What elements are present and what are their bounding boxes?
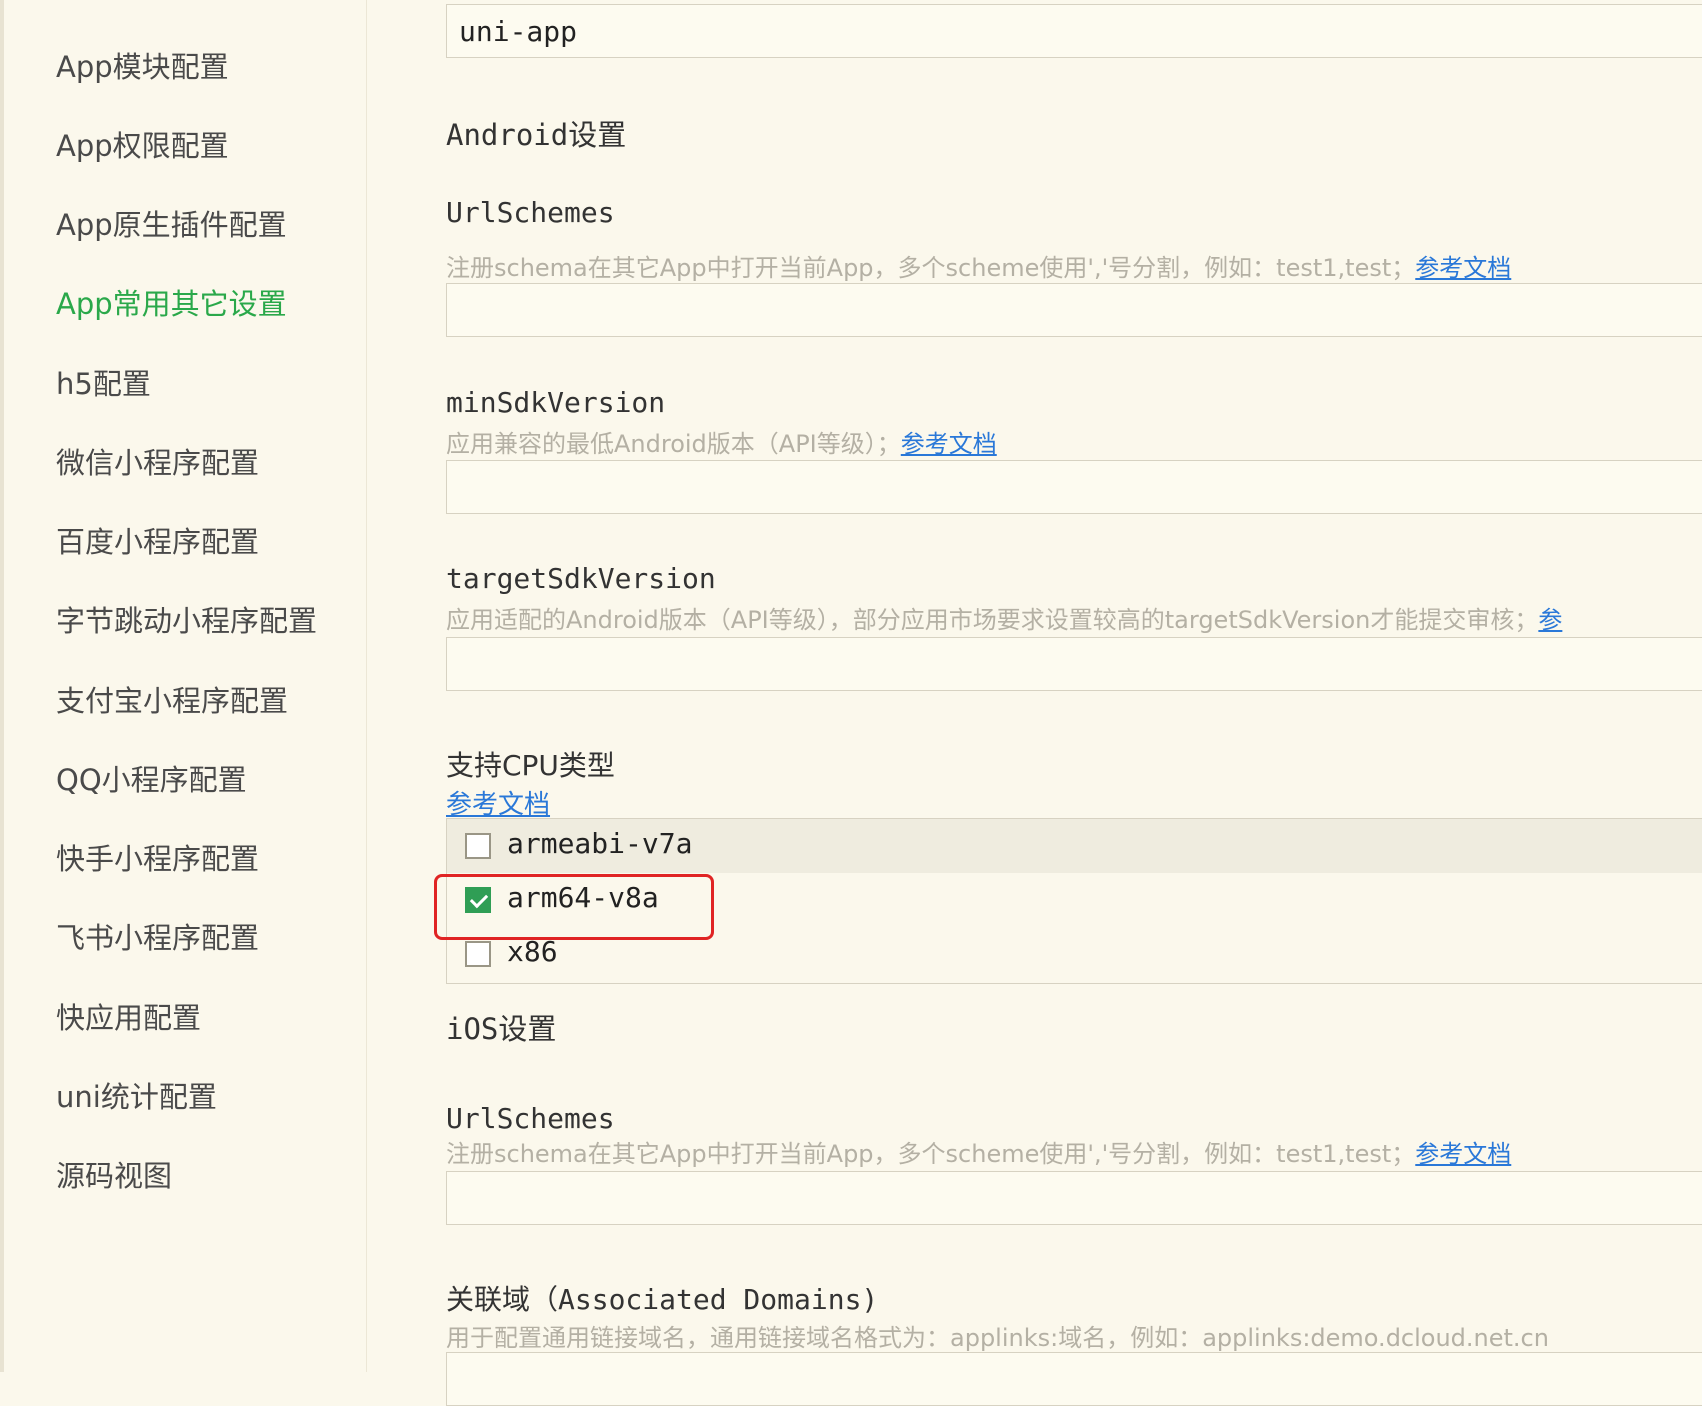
cpu-types-doc-link[interactable]: 参考文档 <box>446 784 550 821</box>
associated-domains-label: 关联域（Associated Domains) <box>446 1283 879 1316</box>
sidebar-item-h5[interactable]: h5配置 <box>56 361 151 403</box>
cpu-option-label: armeabi-v7a <box>507 827 693 860</box>
settings-main-panel: uni-app Android设置 UrlSchemes 注册schema在其它… <box>366 0 1702 1406</box>
cpu-option-armeabi-v7a[interactable]: armeabi-v7a <box>447 819 1702 873</box>
target-sdk-hint-text: 应用适配的Android版本（API等级），部分应用市场要求设置较高的targe… <box>446 606 1539 634</box>
top-input-value: uni-app <box>459 15 578 48</box>
sidebar-item-app-other-settings[interactable]: App常用其它设置 <box>56 281 287 323</box>
target-sdk-label: targetSdkVersion <box>446 562 716 595</box>
sidebar-item-weixin-mp[interactable]: 微信小程序配置 <box>56 440 259 482</box>
sidebar-item-app-native-plugins[interactable]: App原生插件配置 <box>56 202 287 244</box>
target-sdk-hint: 应用适配的Android版本（API等级），部分应用市场要求设置较高的targe… <box>446 600 1562 635</box>
android-urlschemes-label: UrlSchemes <box>446 196 615 229</box>
annotation-highlight-box <box>434 874 714 940</box>
target-sdk-input[interactable] <box>446 637 1702 691</box>
ios-urlschemes-hint-text: 注册schema在其它App中打开当前App，多个scheme使用','号分割，… <box>446 1140 1416 1168</box>
cpu-types-label: 支持CPU类型 <box>446 749 615 782</box>
ios-urlschemes-input[interactable] <box>446 1171 1702 1225</box>
android-urlschemes-doc-link[interactable]: 参考文档 <box>1415 254 1511 282</box>
min-sdk-input[interactable] <box>446 460 1702 514</box>
min-sdk-doc-link[interactable]: 参考文档 <box>901 430 997 458</box>
android-urlschemes-input[interactable] <box>446 283 1702 337</box>
sidebar-item-alipay-mp[interactable]: 支付宝小程序配置 <box>56 678 288 720</box>
sidebar-item-feishu-mp[interactable]: 飞书小程序配置 <box>56 915 259 957</box>
ios-urlschemes-label: UrlSchemes <box>446 1102 615 1135</box>
sidebar-item-qq-mp[interactable]: QQ小程序配置 <box>56 757 247 799</box>
ios-urlschemes-doc-link[interactable]: 参考文档 <box>1415 1140 1511 1168</box>
checkbox-x86[interactable] <box>465 941 491 967</box>
sidebar-item-toutiao-mp[interactable]: 字节跳动小程序配置 <box>56 598 317 640</box>
ios-urlschemes-hint: 注册schema在其它App中打开当前App，多个scheme使用','号分割，… <box>446 1134 1511 1169</box>
android-section-title: Android设置 <box>446 118 627 152</box>
sidebar-item-baidu-mp[interactable]: 百度小程序配置 <box>56 519 259 561</box>
sidebar-item-app-modules[interactable]: App模块配置 <box>56 44 229 86</box>
sidebar-item-uni-stat[interactable]: uni统计配置 <box>56 1074 217 1116</box>
android-urlschemes-hint-text: 注册schema在其它App中打开当前App，多个scheme使用','号分割，… <box>446 254 1416 282</box>
ios-section-title: iOS设置 <box>446 1012 557 1046</box>
associated-domains-hint: 用于配置通用链接域名，通用链接域名格式为：applinks:域名，例如：appl… <box>446 1324 1549 1352</box>
sidebar-item-source-view[interactable]: 源码视图 <box>56 1153 172 1195</box>
sidebar-item-kuaishou-mp[interactable]: 快手小程序配置 <box>56 836 259 878</box>
associated-domains-input[interactable] <box>446 1352 1702 1406</box>
min-sdk-hint: 应用兼容的最低Android版本（API等级）；参考文档 <box>446 424 997 459</box>
top-text-input[interactable]: uni-app <box>446 4 1702 58</box>
sidebar-item-quickapp[interactable]: 快应用配置 <box>56 995 201 1037</box>
target-sdk-doc-link[interactable]: 参 <box>1538 606 1562 634</box>
sidebar-item-app-permissions[interactable]: App权限配置 <box>56 123 229 165</box>
min-sdk-hint-text: 应用兼容的最低Android版本（API等级）； <box>446 430 901 458</box>
android-urlschemes-hint: 注册schema在其它App中打开当前App，多个scheme使用','号分割，… <box>446 248 1511 283</box>
settings-sidebar: App模块配置 App权限配置 App原生插件配置 App常用其它设置 h5配置… <box>0 0 367 1372</box>
checkbox-armeabi-v7a[interactable] <box>465 833 491 859</box>
min-sdk-label: minSdkVersion <box>446 386 666 419</box>
